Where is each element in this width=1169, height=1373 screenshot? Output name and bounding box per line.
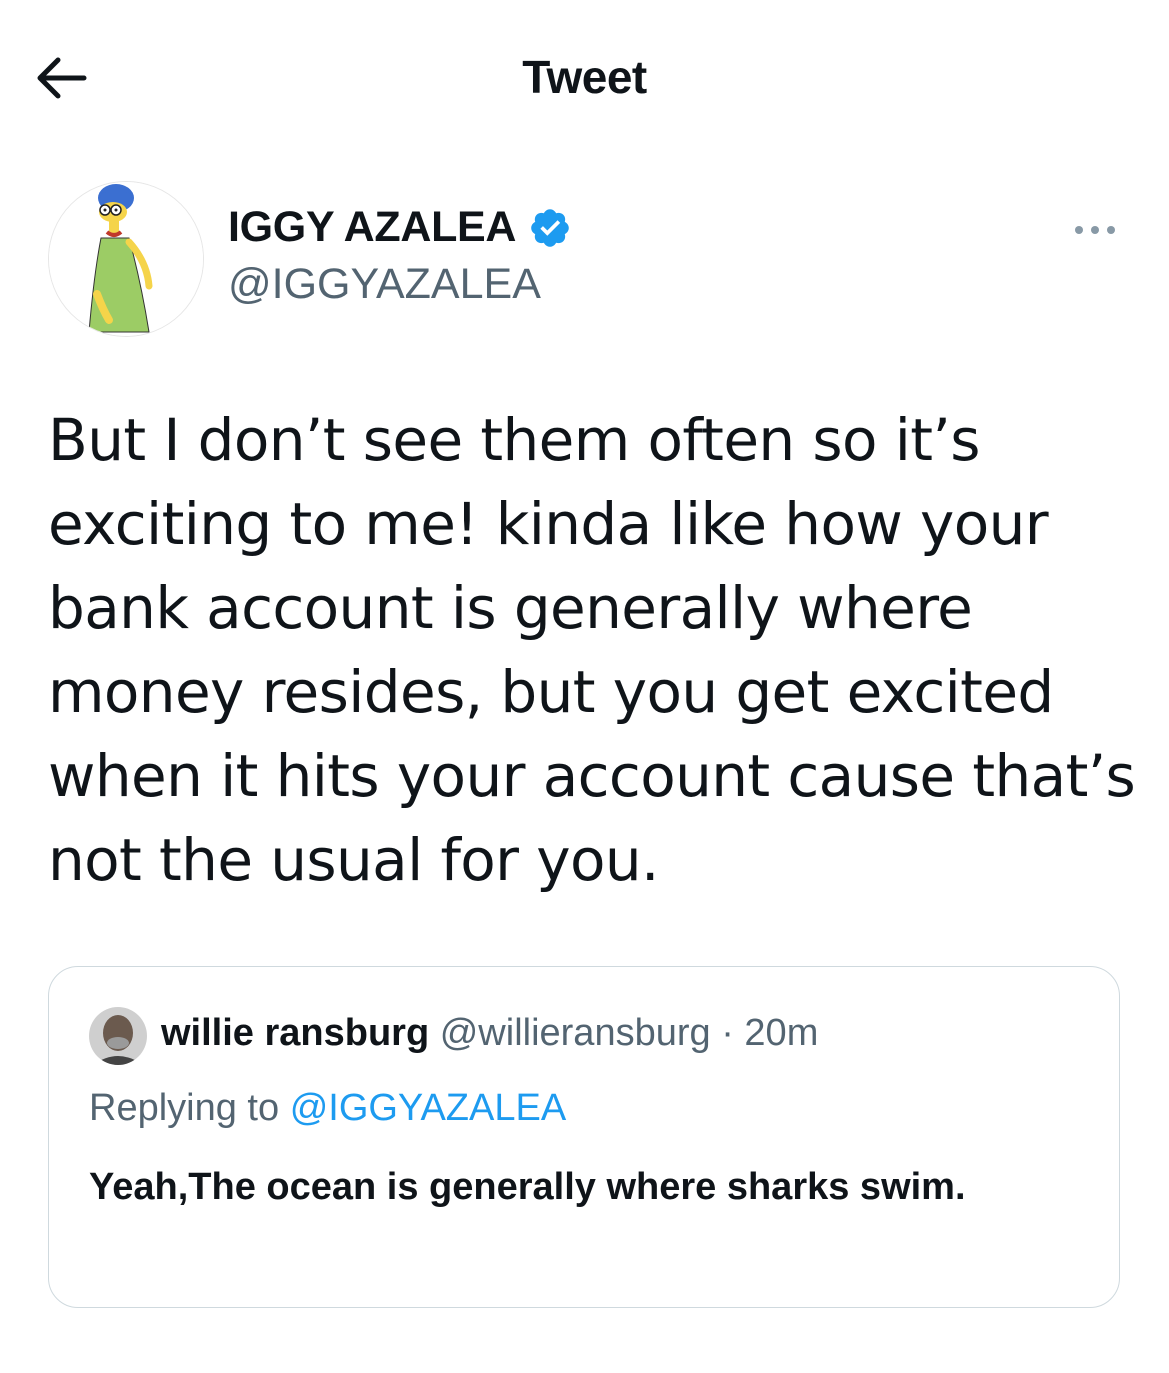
replying-to-mention-link[interactable]: @IGGYAZALEA <box>290 1087 567 1129</box>
more-horizontal-icon <box>1075 226 1115 234</box>
author-name-row[interactable]: IGGY AZALEA <box>228 203 572 252</box>
replying-to-prefix: Replying to <box>89 1087 280 1129</box>
tweet-text: But I don’t see them often so it’s excit… <box>48 406 1136 894</box>
quoted-handle: @willieransburg <box>439 1012 711 1054</box>
quoted-header: willie ransburg @willieransburg · 20m <box>161 1012 818 1055</box>
replying-to-line: Replying to @IGGYAZALEA <box>89 1087 566 1130</box>
person-photo-avatar <box>89 1007 147 1065</box>
quoted-timestamp: 20m <box>744 1012 819 1054</box>
quoted-display-name: willie ransburg <box>161 1012 430 1054</box>
separator-dot: · <box>721 1012 734 1054</box>
verified-badge-icon <box>531 208 569 247</box>
page-title: Tweet <box>522 51 647 103</box>
cartoon-avatar <box>49 182 203 336</box>
top-bar: Tweet <box>0 0 1169 150</box>
quoted-author-avatar <box>89 1007 147 1065</box>
quoted-tweet-text: Yeah,The ocean is generally where sharks… <box>89 1166 966 1208</box>
author-handle[interactable]: @IGGYAZALEA <box>228 260 541 309</box>
quoted-tweet[interactable]: willie ransburg @willieransburg · 20m Re… <box>48 966 1120 1308</box>
author-display-name: IGGY AZALEA <box>228 203 517 251</box>
author-avatar[interactable] <box>48 181 204 337</box>
more-options-button[interactable] <box>1072 215 1118 245</box>
